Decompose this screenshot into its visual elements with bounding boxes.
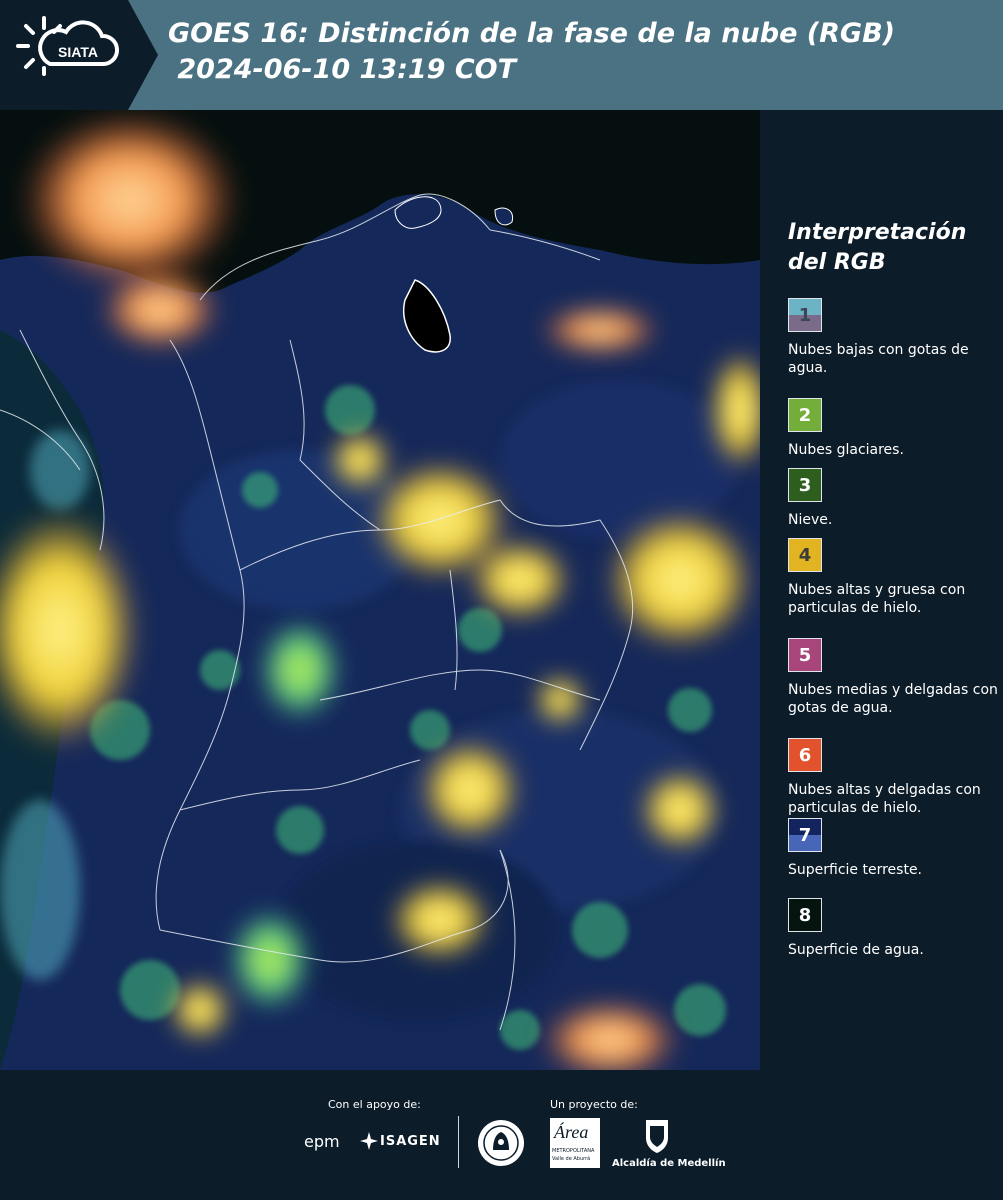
title-line-2: 2024-06-10 13:19 COT [168,54,517,85]
legend-number: 8 [798,904,812,926]
area-name: Área [554,1122,589,1142]
epm-logo[interactable]: epm [304,1132,340,1151]
alcaldia-shield-icon [646,1120,668,1153]
legend-number: 6 [798,744,812,766]
legend-label: Nubes medias y delgadas con gotas de agu… [788,682,998,716]
page-title: GOES 16: Distinción de la fase de la nub… [168,16,895,88]
legend-number: 2 [798,404,812,426]
legend-label: Nubes glaciares. [788,442,904,458]
legend-item-5: 5 Nubes medias y delgadas con gotas de ag… [788,638,998,717]
medellin-seal-icon[interactable] [476,1118,526,1168]
legend-label: Nieve. [788,512,833,528]
area-sub: METROPOLITANA [552,1148,595,1154]
footer-divider [458,1116,459,1168]
area-sub2: Valle de Aburrá [552,1156,591,1162]
title-line-1: GOES 16: Distinción de la fase de la nub… [168,18,895,49]
legend-item-3: 3 Nieve. [788,468,998,529]
legend-label: Nubes bajas con gotas de agua. [788,342,969,376]
legend-swatch: 7 [788,818,822,852]
isagen-logo[interactable]: ISAGEN [380,1134,441,1149]
footer: Con el apoyo de: Un proyecto de: epm ISA… [0,1070,1003,1200]
logo-arrow [128,0,158,110]
legend-item-2: 2 Nubes glaciares. [788,398,998,459]
legend-number: 7 [798,824,812,846]
legend-swatch: 4 [788,538,822,572]
legend-panel: Interpretación del RGB 1 Nubes bajas con … [760,110,1003,1070]
legend-number: 1 [798,304,812,326]
legend-label: Nubes altas y delgadas con particulas de… [788,782,981,816]
legend-label: Nubes altas y gruesa con particulas de h… [788,582,966,616]
sun-cloud-icon: SIATA [16,16,120,76]
legend-swatch: 5 [788,638,822,672]
legend-item-6: 6 Nubes altas y delgadas con particulas d… [788,738,998,817]
legend-swatch: 6 [788,738,822,772]
alcaldia-label[interactable]: Alcaldía de Medellín [612,1158,726,1169]
legend-number: 3 [798,474,812,496]
legend-number: 5 [798,644,812,666]
legend-number: 4 [798,544,812,566]
isagen-logo-icon [360,1132,378,1150]
legend-title: Interpretación del RGB [788,220,967,275]
legend-item-1: 1 Nubes bajas con gotas de agua. [788,298,998,377]
legend-label: Superficie terreste. [788,862,923,878]
legend-swatch: 2 [788,398,822,432]
satellite-map[interactable] [0,110,760,1070]
legend-swatch: 1 [788,298,822,332]
legend-item-4: 4 Nubes altas y gruesa con particulas de … [788,538,998,617]
header-bar: SIATA GOES 16: Distinción de la fase de … [0,0,1003,110]
logo-text: SIATA [58,44,98,60]
siata-logo[interactable]: SIATA [0,0,128,110]
area-metropolitana-logo[interactable]: Área METROPOLITANA Valle de Aburrá [550,1118,600,1168]
rgb-composite-image [0,110,760,1070]
legend-label: Superficie de agua. [788,942,924,958]
legend-swatch: 8 [788,898,822,932]
project-label: Un proyecto de: [550,1098,638,1111]
legend-item-8: 8 Superficie de agua. [788,898,998,959]
legend-swatch: 3 [788,468,822,502]
legend-item-7: 7 Superficie terreste. [788,818,998,879]
support-label: Con el apoyo de: [328,1098,421,1111]
